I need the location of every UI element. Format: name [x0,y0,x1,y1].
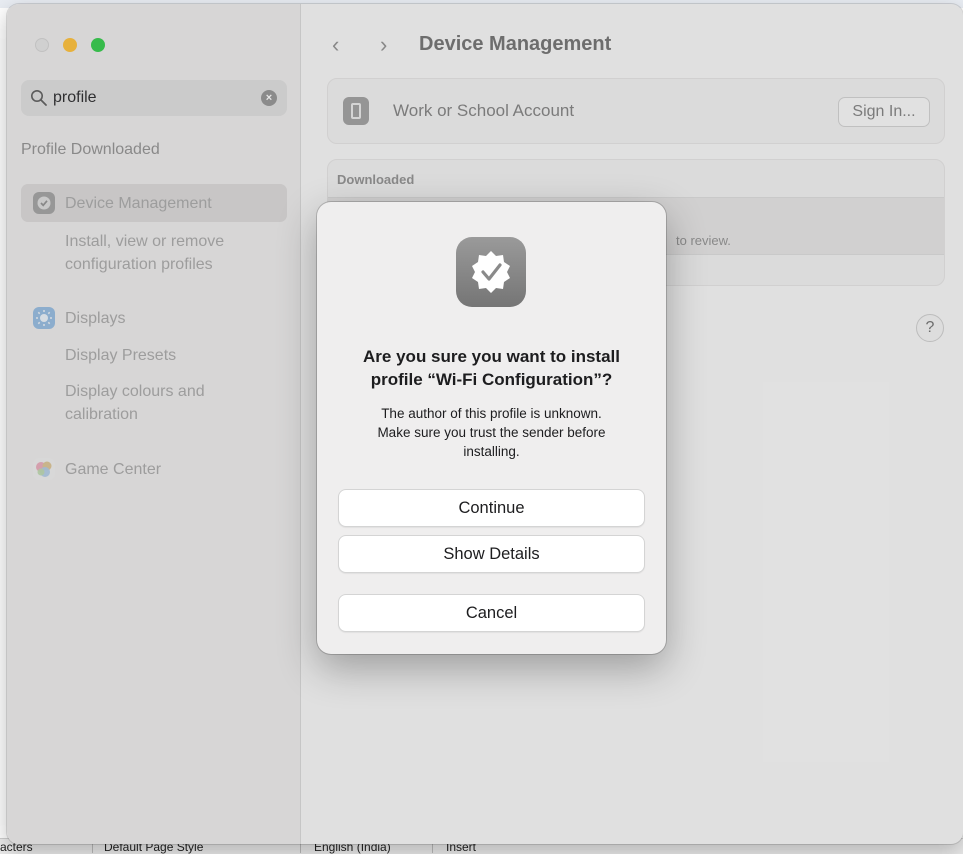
dialog-message: The author of this profile is unknown. M… [317,404,666,461]
dialog-title-line: profile “Wi-Fi Configuration”? [370,370,613,389]
dialog-title: Are you sure you want to install profile… [317,345,666,391]
checkmark-seal-icon [456,237,526,307]
dialog-message-line: installing. [463,444,520,459]
continue-button[interactable]: Continue [338,489,645,527]
dialog-title-line: Are you sure you want to install [363,347,620,366]
dialog-message-line: The author of this profile is unknown. [381,406,602,421]
install-profile-dialog: Are you sure you want to install profile… [317,202,666,654]
dialog-message-line: Make sure you trust the sender before [377,425,606,440]
show-details-button[interactable]: Show Details [338,535,645,573]
cancel-button[interactable]: Cancel [338,594,645,632]
